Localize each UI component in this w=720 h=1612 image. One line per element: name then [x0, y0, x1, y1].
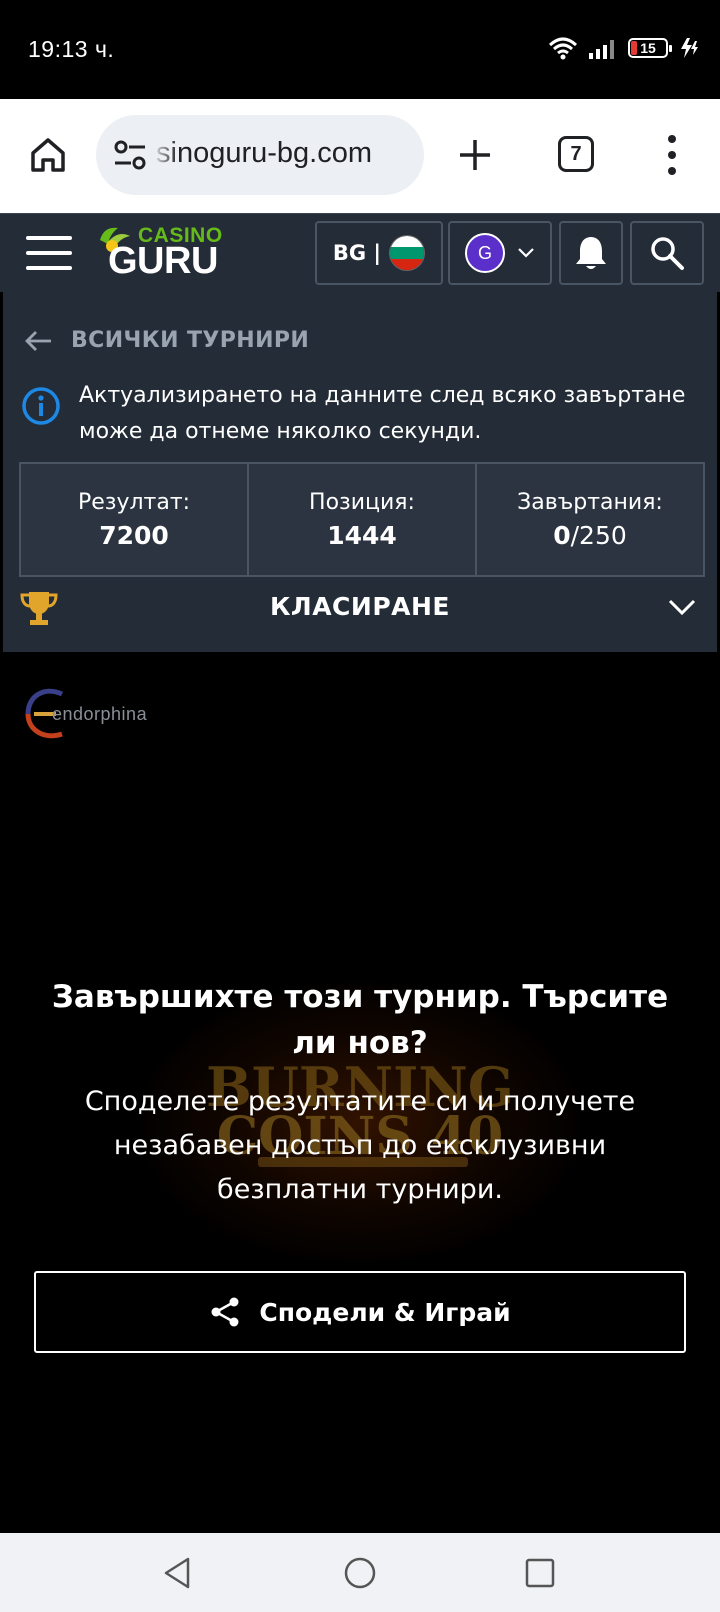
- logo-guru-text: GURU: [108, 240, 218, 282]
- system-navigation-bar: [0, 1533, 720, 1612]
- url-text[interactable]: sinoguru-bg.com: [156, 137, 372, 170]
- tab-switcher-button[interactable]: 7: [558, 136, 594, 172]
- more-menu-icon[interactable]: [664, 133, 680, 177]
- provider-name: endorphina: [52, 703, 148, 724]
- chevron-down-icon: [518, 248, 534, 258]
- stat-spins: Завъртания: 0/250: [477, 464, 703, 575]
- status-icons: 15: [548, 36, 700, 60]
- home-circle-icon[interactable]: [342, 1555, 378, 1591]
- back-label: ВСИЧКИ ТУРНИРИ: [71, 328, 310, 353]
- stat-result: Резултат: 7200: [21, 464, 249, 575]
- notifications-button[interactable]: [559, 221, 623, 285]
- status-bar: 19:13 ч. 15: [0, 0, 720, 99]
- tournament-panel: ВСИЧКИ ТУРНИРИ Актуализирането на даннит…: [0, 292, 720, 652]
- browser-toolbar: sinoguru-bg.com 7: [0, 99, 720, 213]
- site-settings-icon[interactable]: [112, 139, 148, 171]
- endorphina-logo: endorphina: [24, 686, 147, 742]
- avatar: G: [465, 233, 505, 273]
- ranking-toggle[interactable]: КЛАСИРАНЕ: [3, 584, 717, 646]
- info-icon: [22, 387, 60, 425]
- recents-square-icon[interactable]: [522, 1555, 558, 1591]
- battery-level: 15: [640, 40, 656, 56]
- charging-icon: [681, 38, 698, 58]
- home-icon[interactable]: [28, 135, 68, 175]
- search-button[interactable]: [630, 221, 704, 285]
- tournament-stats: Резултат: 7200 Позиция: 1444 Завъртания:…: [19, 462, 705, 577]
- new-tab-icon[interactable]: [455, 135, 495, 175]
- spins-used: 0: [553, 520, 571, 550]
- stat-position: Позиция: 1444: [249, 464, 477, 575]
- finish-title: Завършихте този турнир. Търсите ли нов?: [51, 979, 669, 1061]
- stat-position-value: 1444: [327, 520, 397, 550]
- share-icon: [211, 1297, 239, 1327]
- share-button-label: Сподели & Играй: [259, 1297, 511, 1327]
- spins-total: /250: [570, 520, 627, 550]
- search-icon: [651, 237, 684, 270]
- chevron-down-icon: [668, 599, 696, 616]
- stat-spins-value: 0/250: [553, 521, 627, 550]
- status-time: 19:13 ч.: [28, 36, 115, 62]
- info-text: Актуализирането на данните след всяко за…: [79, 383, 686, 444]
- wifi-icon: [548, 37, 578, 60]
- signal-icon: [589, 40, 614, 59]
- hamburger-menu-icon[interactable]: [26, 234, 72, 272]
- bulgaria-flag-icon: [389, 235, 426, 271]
- casino-guru-logo[interactable]: CASINO GURU: [96, 222, 226, 286]
- language-label: BG |: [332, 241, 382, 265]
- battery-icon: 15: [628, 38, 672, 58]
- back-to-tournaments-link[interactable]: ВСИЧКИ ТУРНИРИ: [23, 328, 309, 353]
- game-frame: endorphina BURNING COINS 40 Завършихте т…: [0, 652, 720, 1533]
- share-and-play-button[interactable]: Сподели & Играй: [34, 1271, 686, 1353]
- site-header: CASINO GURU BG | G: [0, 213, 720, 292]
- finish-subtitle: Споделете резултатите си и получете неза…: [84, 1086, 636, 1205]
- stat-spins-label: Завъртания:: [517, 489, 663, 515]
- stat-result-value: 7200: [99, 520, 169, 550]
- stat-position-label: Позиция:: [309, 489, 415, 515]
- arrow-left-icon: [25, 330, 51, 351]
- address-bar[interactable]: sinoguru-bg.com: [96, 115, 424, 195]
- bell-icon: [576, 237, 606, 269]
- user-menu-button[interactable]: G: [448, 221, 552, 285]
- language-selector[interactable]: BG |: [315, 221, 443, 285]
- ranking-title: КЛАСИРАНЕ: [270, 592, 450, 621]
- stat-result-label: Резултат:: [77, 489, 191, 515]
- back-triangle-icon[interactable]: [160, 1555, 196, 1591]
